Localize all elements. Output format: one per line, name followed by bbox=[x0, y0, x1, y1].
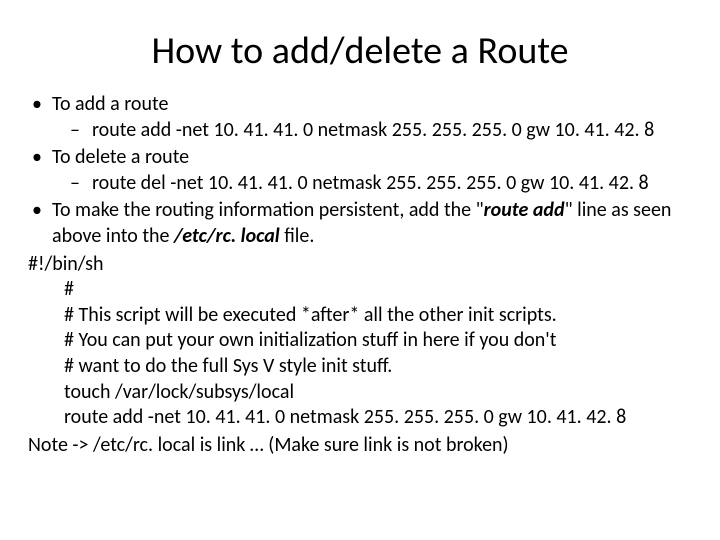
bullet-text: To add a route bbox=[52, 92, 168, 116]
sub-bullet-route-del-cmd: route del -net 10. 41. 41. 0 netmask 255… bbox=[64, 171, 692, 197]
note-line: Note -> /etc/rc. local is link … (Make s… bbox=[28, 433, 692, 459]
script-line-shebang: #!/bin/sh bbox=[28, 252, 692, 278]
script-line: # You can put your own initialization st… bbox=[64, 328, 692, 354]
script-line: # This script will be executed *after* a… bbox=[64, 303, 692, 329]
bullet-persistent: To make the routing information persiste… bbox=[28, 198, 692, 249]
script-line: # bbox=[64, 277, 692, 303]
bullet-text-pre: To make the routing information persiste… bbox=[52, 198, 484, 222]
bullet-add-route: To add a route route add -net 10. 41. 41… bbox=[28, 92, 692, 143]
script-line-route-add: route add -net 10. 41. 41. 0 netmask 255… bbox=[64, 405, 692, 431]
slide: How to add/delete a Route To add a route… bbox=[0, 0, 720, 540]
slide-body: To add a route route add -net 10. 41. 41… bbox=[28, 92, 692, 458]
slide-title: How to add/delete a Route bbox=[28, 28, 692, 74]
sub-list: route add -net 10. 41. 41. 0 netmask 255… bbox=[52, 118, 692, 144]
bullet-delete-route: To delete a route route del -net 10. 41.… bbox=[28, 145, 692, 196]
sub-bullet-text: route add -net 10. 41. 41. 0 netmask 255… bbox=[92, 118, 654, 142]
sub-list: route del -net 10. 41. 41. 0 netmask 255… bbox=[52, 171, 692, 197]
sub-bullet-route-add-cmd: route add -net 10. 41. 41. 0 netmask 255… bbox=[64, 118, 692, 144]
bullet-text-em2: /etc/rc. local bbox=[174, 224, 280, 248]
bullet-list: To add a route route add -net 10. 41. 41… bbox=[28, 92, 692, 250]
bullet-text: To delete a route bbox=[52, 145, 189, 169]
script-line: # want to do the full Sys V style init s… bbox=[64, 354, 692, 380]
bullet-text-em: route add bbox=[484, 198, 565, 222]
script-line-touch: touch /var/lock/subsys/local bbox=[64, 380, 692, 406]
bullet-text-post: file. bbox=[280, 224, 315, 248]
script-block: #!/bin/sh # # This script will be execut… bbox=[28, 252, 692, 431]
sub-bullet-text: route del -net 10. 41. 41. 0 netmask 255… bbox=[92, 171, 649, 195]
